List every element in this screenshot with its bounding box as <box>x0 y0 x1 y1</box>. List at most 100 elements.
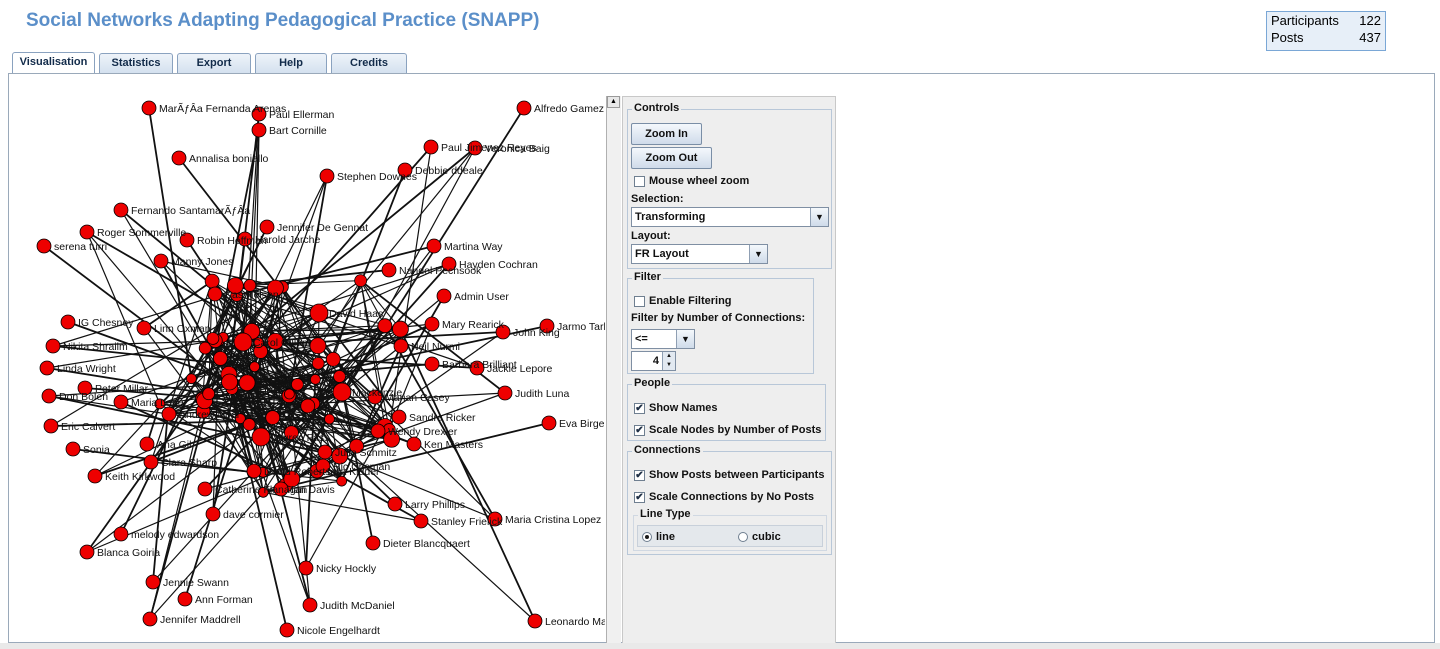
participant-node[interactable] <box>300 398 316 414</box>
show-posts-checkbox[interactable]: ✔ Show Posts between Participants <box>634 469 824 481</box>
participant-node[interactable] <box>387 496 403 512</box>
layout-select[interactable]: FR Layout ▼ <box>631 244 768 264</box>
participant-node[interactable] <box>161 406 177 422</box>
participant-node[interactable] <box>436 288 452 304</box>
participant-node[interactable] <box>406 436 422 452</box>
enable-filtering-checkbox[interactable]: Enable Filtering <box>634 295 732 307</box>
participant-node[interactable] <box>317 444 333 460</box>
participant-node[interactable] <box>213 351 228 366</box>
participant-hub-node[interactable] <box>251 427 271 447</box>
participant-node[interactable] <box>87 468 103 484</box>
participant-node[interactable] <box>333 370 346 383</box>
network-graph[interactable]: MarÃƒÂ­a Fernanda Arenas Paul Ellerman Bar… <box>9 74 605 642</box>
participant-node[interactable] <box>36 238 52 254</box>
participant-node[interactable] <box>377 318 393 334</box>
zoom-in-button[interactable]: Zoom In <box>631 123 702 145</box>
scroll-up-arrow-icon[interactable]: ▲ <box>607 96 620 108</box>
participant-node[interactable] <box>391 409 407 425</box>
participant-node[interactable] <box>79 224 95 240</box>
participant-node[interactable] <box>177 591 193 607</box>
participant-node[interactable] <box>113 394 129 410</box>
check-icon[interactable]: ✔ <box>634 469 645 481</box>
participant-node[interactable] <box>413 513 429 529</box>
participant-node[interactable] <box>527 613 543 629</box>
participant-node[interactable] <box>197 481 213 497</box>
participant-node[interactable] <box>145 574 161 590</box>
participant-node[interactable] <box>324 413 335 425</box>
chevron-down-icon[interactable]: ▼ <box>749 245 767 263</box>
check-icon[interactable]: ✔ <box>634 402 645 414</box>
checkbox-box[interactable] <box>634 295 645 307</box>
mouse-wheel-zoom-checkbox[interactable]: Mouse wheel zoom <box>634 175 749 187</box>
scale-nodes-checkbox[interactable]: ✔ Scale Nodes by Number of Posts <box>634 424 821 436</box>
participant-node[interactable] <box>309 337 327 355</box>
selection-select[interactable]: Transforming ▼ <box>631 207 829 227</box>
participant-hub-node[interactable] <box>332 382 352 402</box>
participant-node[interactable] <box>79 544 95 560</box>
participant-node[interactable] <box>41 388 57 404</box>
tab-help[interactable]: Help <box>255 53 327 73</box>
participant-node[interactable] <box>202 387 216 401</box>
chevron-down-icon[interactable]: ▼ <box>676 330 694 348</box>
participant-hub-node[interactable] <box>233 332 253 352</box>
participant-node[interactable] <box>290 378 304 391</box>
tab-export[interactable]: Export <box>177 53 251 73</box>
participant-node[interactable] <box>43 418 59 434</box>
participant-node[interactable] <box>251 122 267 138</box>
participant-node[interactable] <box>113 526 129 542</box>
participant-node[interactable] <box>319 168 335 184</box>
participant-node[interactable] <box>426 238 442 254</box>
participant-node[interactable] <box>204 273 220 289</box>
spinner-down-icon[interactable]: ▼ <box>663 361 675 370</box>
participant-node[interactable] <box>171 150 187 166</box>
participant-node[interactable] <box>283 388 295 400</box>
participant-node[interactable] <box>65 441 81 457</box>
participant-node[interactable] <box>185 373 197 385</box>
tab-credits[interactable]: Credits <box>331 53 407 73</box>
network-graph-canvas[interactable]: MarÃƒÂ­a Fernanda ArenasPaul Ellerman Bar… <box>9 74 605 642</box>
participant-node[interactable] <box>142 611 158 627</box>
participant-node[interactable] <box>309 373 321 385</box>
participant-node[interactable] <box>238 374 256 392</box>
participant-node[interactable] <box>39 360 55 376</box>
participant-node[interactable] <box>381 262 397 278</box>
participant-node[interactable] <box>205 506 221 522</box>
connections-count-spinner[interactable]: 4 ▲ ▼ <box>631 351 676 371</box>
chevron-down-icon[interactable]: ▼ <box>810 208 828 226</box>
check-icon[interactable]: ✔ <box>634 491 645 503</box>
participant-node[interactable] <box>141 100 157 116</box>
scale-connections-checkbox[interactable]: ✔ Scale Connections by No Posts <box>634 491 814 503</box>
participant-node[interactable] <box>136 320 152 336</box>
spinner-up-icon[interactable]: ▲ <box>663 352 675 361</box>
participant-node[interactable] <box>139 436 155 452</box>
participant-node[interactable] <box>298 560 314 576</box>
tab-visualisation[interactable]: Visualisation <box>12 52 95 74</box>
participant-node[interactable] <box>311 356 325 370</box>
participant-node[interactable] <box>392 320 409 338</box>
participant-node[interactable] <box>424 316 440 332</box>
tab-statistics[interactable]: Statistics <box>99 53 173 73</box>
check-icon[interactable]: ✔ <box>634 424 645 436</box>
cubic-radio[interactable]: cubic <box>738 531 781 543</box>
participant-node[interactable] <box>242 418 256 431</box>
participant-node[interactable] <box>354 274 368 288</box>
participant-node[interactable] <box>516 100 532 116</box>
participant-node[interactable] <box>60 314 76 330</box>
participant-node[interactable] <box>153 253 169 269</box>
checkbox-box[interactable] <box>634 175 645 187</box>
participant-node[interactable] <box>279 622 295 638</box>
radio-selected-icon[interactable] <box>642 532 652 542</box>
participant-node[interactable] <box>302 597 318 613</box>
participant-node[interactable] <box>259 219 275 235</box>
participant-node[interactable] <box>207 286 223 302</box>
spinner-buttons[interactable]: ▲ ▼ <box>662 352 675 370</box>
radio-unselected-icon[interactable] <box>738 532 748 542</box>
participant-node[interactable] <box>221 373 238 391</box>
participant-node[interactable] <box>246 463 262 479</box>
participant-node[interactable] <box>423 139 439 155</box>
participant-node[interactable] <box>393 338 409 354</box>
graph-vertical-scrollbar[interactable]: ▲ <box>606 96 621 644</box>
participant-node[interactable] <box>45 338 61 354</box>
participant-node[interactable] <box>265 410 281 425</box>
participant-node[interactable] <box>113 202 129 218</box>
